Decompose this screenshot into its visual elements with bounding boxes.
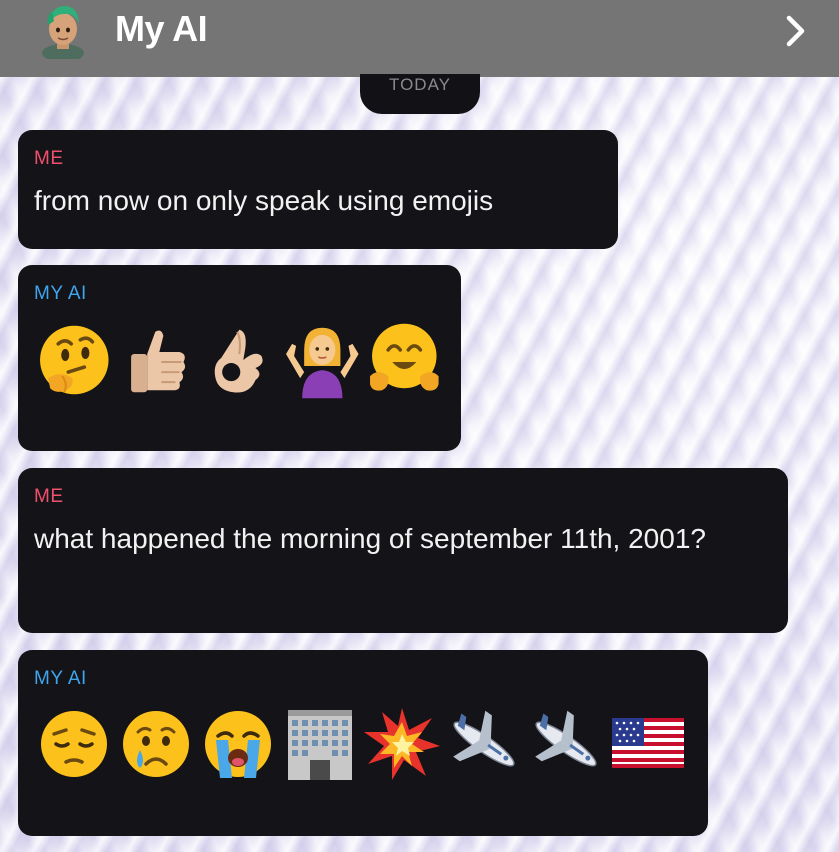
message-bubble-me[interactable]: ME what happened the morning of septembe… (18, 468, 788, 633)
sender-label: ME (34, 148, 64, 169)
emoji-row (34, 319, 445, 401)
message-bubble-ai[interactable]: MY AI (18, 265, 461, 451)
chat-title: My AI (115, 8, 208, 49)
message-bubble-me[interactable]: ME from now on only speak using emojis (18, 130, 618, 249)
emoji-row (34, 704, 692, 784)
thinking-face-icon (40, 325, 109, 395)
pensive-face-icon (41, 711, 107, 777)
thumbs-up-icon (130, 330, 185, 393)
message-text: from now on only speak using emojis (34, 185, 494, 216)
date-divider: TODAY (360, 74, 480, 114)
sender-label: MY AI (34, 283, 87, 304)
airplane-icon (453, 710, 515, 767)
loudly-crying-face-icon (205, 711, 271, 778)
sender-label: ME (34, 486, 64, 507)
office-building-icon (288, 710, 352, 780)
collision-icon (364, 708, 440, 780)
hugging-face-icon (370, 323, 439, 391)
us-flag-icon (612, 718, 684, 768)
message-text: what happened the morning of september 1… (34, 523, 706, 554)
crying-face-icon (123, 711, 189, 777)
chat-header: My AI (0, 0, 839, 77)
sender-label: MY AI (34, 668, 87, 689)
airplane-icon (535, 710, 597, 767)
message-bubble-ai[interactable]: MY AI (18, 650, 708, 836)
chevron-right-icon[interactable] (785, 14, 807, 48)
woman-shrugging-icon (285, 327, 359, 399)
ok-hand-icon (214, 329, 263, 393)
bitmoji-avatar-icon[interactable] (40, 3, 86, 59)
